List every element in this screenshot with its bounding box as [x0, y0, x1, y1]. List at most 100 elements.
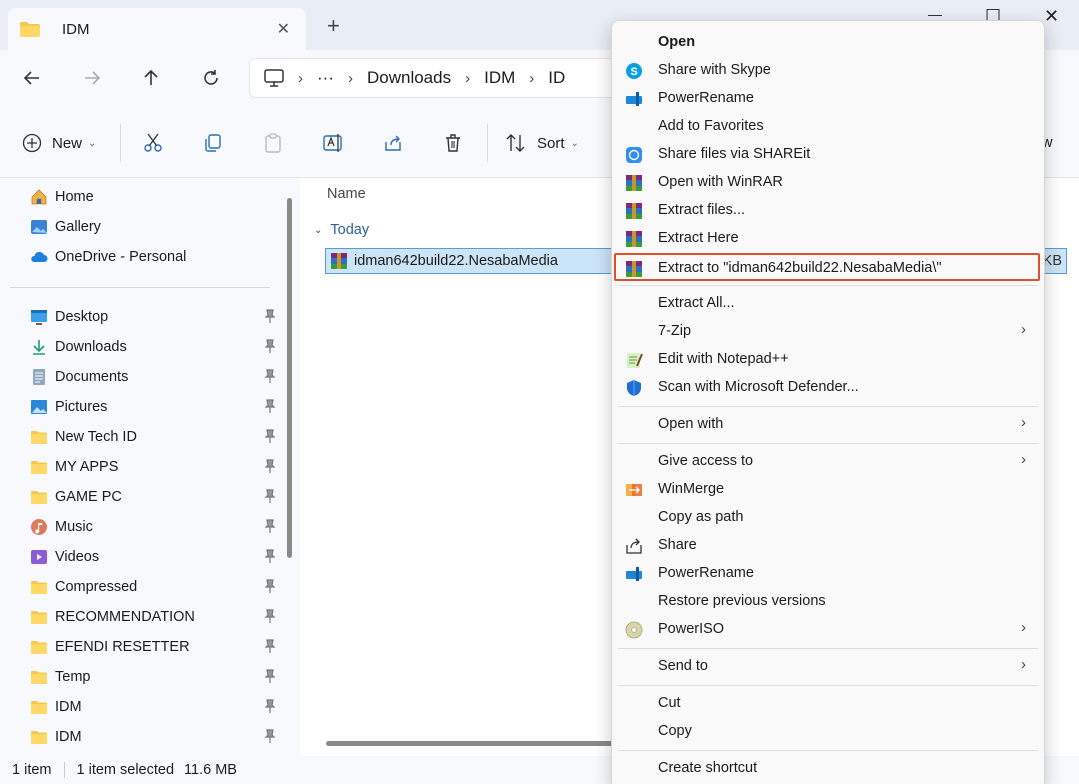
- menu-item-edit-with-notepad[interactable]: Edit with Notepad++: [616, 346, 1040, 374]
- menu-item-open-with[interactable]: Open with ›: [616, 411, 1040, 439]
- folder-icon: [30, 638, 48, 656]
- menu-item-send-to[interactable]: Send to ›: [616, 653, 1040, 681]
- forward-button[interactable]: [78, 64, 106, 92]
- menu-item-label: Give access to: [658, 453, 754, 469]
- menu-item-copy[interactable]: Copy: [616, 718, 1040, 746]
- delete-button[interactable]: [443, 130, 463, 156]
- menu-item-7-zip[interactable]: 7-Zip ›: [616, 318, 1040, 346]
- menu-item-give-access-to[interactable]: Give access to ›: [616, 448, 1040, 476]
- menu-item-label: Extract to "idman642build22.NesabaMedia\…: [658, 260, 942, 276]
- sidebar-item-label: Desktop: [55, 309, 109, 325]
- menu-separator: [618, 285, 1038, 286]
- sidebar-item-temp[interactable]: Temp: [30, 663, 280, 691]
- sidebar-item-videos[interactable]: Videos: [30, 543, 280, 571]
- sort-button[interactable]: Sort ⌄: [505, 130, 579, 156]
- menu-item-share-files-via-shareit[interactable]: Share files via SHAREit: [616, 141, 1040, 169]
- menu-item-extract-files[interactable]: Extract files...: [616, 197, 1040, 225]
- pin-icon[interactable]: [264, 639, 276, 653]
- column-header-name[interactable]: Name: [327, 186, 366, 202]
- horizontal-scrollbar[interactable]: [326, 741, 626, 746]
- menu-item-extract-here[interactable]: Extract Here: [616, 225, 1040, 253]
- pin-icon[interactable]: [264, 459, 276, 473]
- share-button[interactable]: [383, 130, 403, 156]
- menu-item-label: Create shortcut: [658, 760, 758, 776]
- address-bar[interactable]: › ··· › Downloads › IDM › ID: [249, 58, 629, 98]
- sidebar-item-idm[interactable]: IDM: [30, 693, 280, 721]
- sidebar-item-home[interactable]: Home: [30, 183, 280, 211]
- sidebar-item-label: New Tech ID: [55, 429, 137, 445]
- chevron-right-icon: ›: [1021, 656, 1026, 673]
- menu-item-open-with-winrar[interactable]: Open with WinRAR: [616, 169, 1040, 197]
- tab-close-button[interactable]: ✕: [277, 19, 290, 39]
- paste-button[interactable]: [263, 130, 283, 156]
- winrar-icon: [624, 229, 644, 249]
- menu-item-extract-to-idman642build22-nesabamedia[interactable]: Extract to "idman642build22.NesabaMedia\…: [614, 253, 1040, 281]
- pin-icon[interactable]: [264, 369, 276, 383]
- back-button[interactable]: [18, 64, 46, 92]
- menu-item-powerrename[interactable]: PowerRename: [616, 85, 1040, 113]
- new-tab-button[interactable]: +: [327, 15, 340, 37]
- menu-item-winmerge[interactable]: WinMerge: [616, 476, 1040, 504]
- window-close-button[interactable]: ✕: [1044, 6, 1059, 27]
- menu-item-extract-all[interactable]: Extract All...: [616, 290, 1040, 318]
- sidebar-item-music[interactable]: Music: [30, 513, 280, 541]
- pin-icon[interactable]: [264, 519, 276, 533]
- sidebar-item-efendi-resetter[interactable]: EFENDI RESETTER: [30, 633, 280, 661]
- pin-icon[interactable]: [264, 579, 276, 593]
- sidebar-item-my-apps[interactable]: MY APPS: [30, 453, 280, 481]
- menu-item-cut[interactable]: Cut: [616, 690, 1040, 718]
- sidebar-item-game-pc[interactable]: GAME PC: [30, 483, 280, 511]
- sidebar-item-label: EFENDI RESETTER: [55, 639, 190, 655]
- pin-icon[interactable]: [264, 549, 276, 563]
- pin-icon[interactable]: [264, 309, 276, 323]
- pin-icon[interactable]: [264, 669, 276, 683]
- pin-icon[interactable]: [264, 729, 276, 743]
- pin-icon[interactable]: [264, 489, 276, 503]
- sort-icon: [506, 134, 525, 152]
- cut-button[interactable]: [143, 130, 163, 156]
- sidebar-item-gallery[interactable]: Gallery: [30, 213, 280, 241]
- menu-item-label: Share files via SHAREit: [658, 146, 811, 162]
- menu-item-poweriso[interactable]: PowerISO ›: [616, 616, 1040, 644]
- menu-separator: [618, 648, 1038, 649]
- tab-idm[interactable]: IDM ✕: [8, 8, 306, 50]
- group-header-today[interactable]: ⌄ Today: [314, 222, 369, 238]
- pin-icon[interactable]: [264, 609, 276, 623]
- new-button[interactable]: New ⌄: [22, 130, 96, 156]
- sidebar-item-downloads[interactable]: Downloads: [30, 333, 280, 361]
- breadcrumb-downloads[interactable]: Downloads: [367, 68, 451, 88]
- pin-icon[interactable]: [264, 399, 276, 413]
- sidebar-item-idm[interactable]: IDM: [30, 723, 280, 751]
- breadcrumb-current[interactable]: ID: [548, 68, 565, 88]
- pin-icon[interactable]: [264, 699, 276, 713]
- menu-item-create-shortcut[interactable]: Create shortcut: [616, 755, 1040, 783]
- menu-item-copy-as-path[interactable]: Copy as path: [616, 504, 1040, 532]
- sidebar-scrollbar[interactable]: [287, 198, 292, 558]
- menu-item-label: Cut: [658, 695, 681, 711]
- sidebar-item-onedrive-personal[interactable]: OneDrive - Personal: [30, 243, 280, 271]
- breadcrumb-idm[interactable]: IDM: [484, 68, 515, 88]
- rename-button[interactable]: [323, 130, 345, 156]
- sidebar-item-desktop[interactable]: Desktop: [30, 303, 280, 331]
- sidebar-item-new-tech-id[interactable]: New Tech ID: [30, 423, 280, 451]
- menu-item-open[interactable]: Open: [616, 29, 1040, 57]
- sidebar-divider: [10, 287, 270, 288]
- menu-item-share-with-skype[interactable]: S Share with Skype: [616, 57, 1040, 85]
- sidebar-item-compressed[interactable]: Compressed: [30, 573, 280, 601]
- menu-item-share[interactable]: Share: [616, 532, 1040, 560]
- breadcrumb-overflow[interactable]: ···: [317, 68, 334, 88]
- chevron-right-icon: ›: [1021, 451, 1026, 468]
- sidebar-item-pictures[interactable]: Pictures: [30, 393, 280, 421]
- up-button[interactable]: [137, 64, 165, 92]
- pin-icon[interactable]: [264, 429, 276, 443]
- sidebar-item-recommendation[interactable]: RECOMMENDATION: [30, 603, 280, 631]
- menu-item-restore-previous-versions[interactable]: Restore previous versions: [616, 588, 1040, 616]
- refresh-button[interactable]: [197, 64, 225, 92]
- copy-button[interactable]: [203, 130, 223, 156]
- sidebar-item-documents[interactable]: Documents: [30, 363, 280, 391]
- plus-circle-icon: [22, 133, 42, 153]
- menu-item-add-to-favorites[interactable]: Add to Favorites: [616, 113, 1040, 141]
- pin-icon[interactable]: [264, 339, 276, 353]
- menu-item-powerrename[interactable]: PowerRename: [616, 560, 1040, 588]
- menu-item-scan-with-microsoft-defender[interactable]: Scan with Microsoft Defender...: [616, 374, 1040, 402]
